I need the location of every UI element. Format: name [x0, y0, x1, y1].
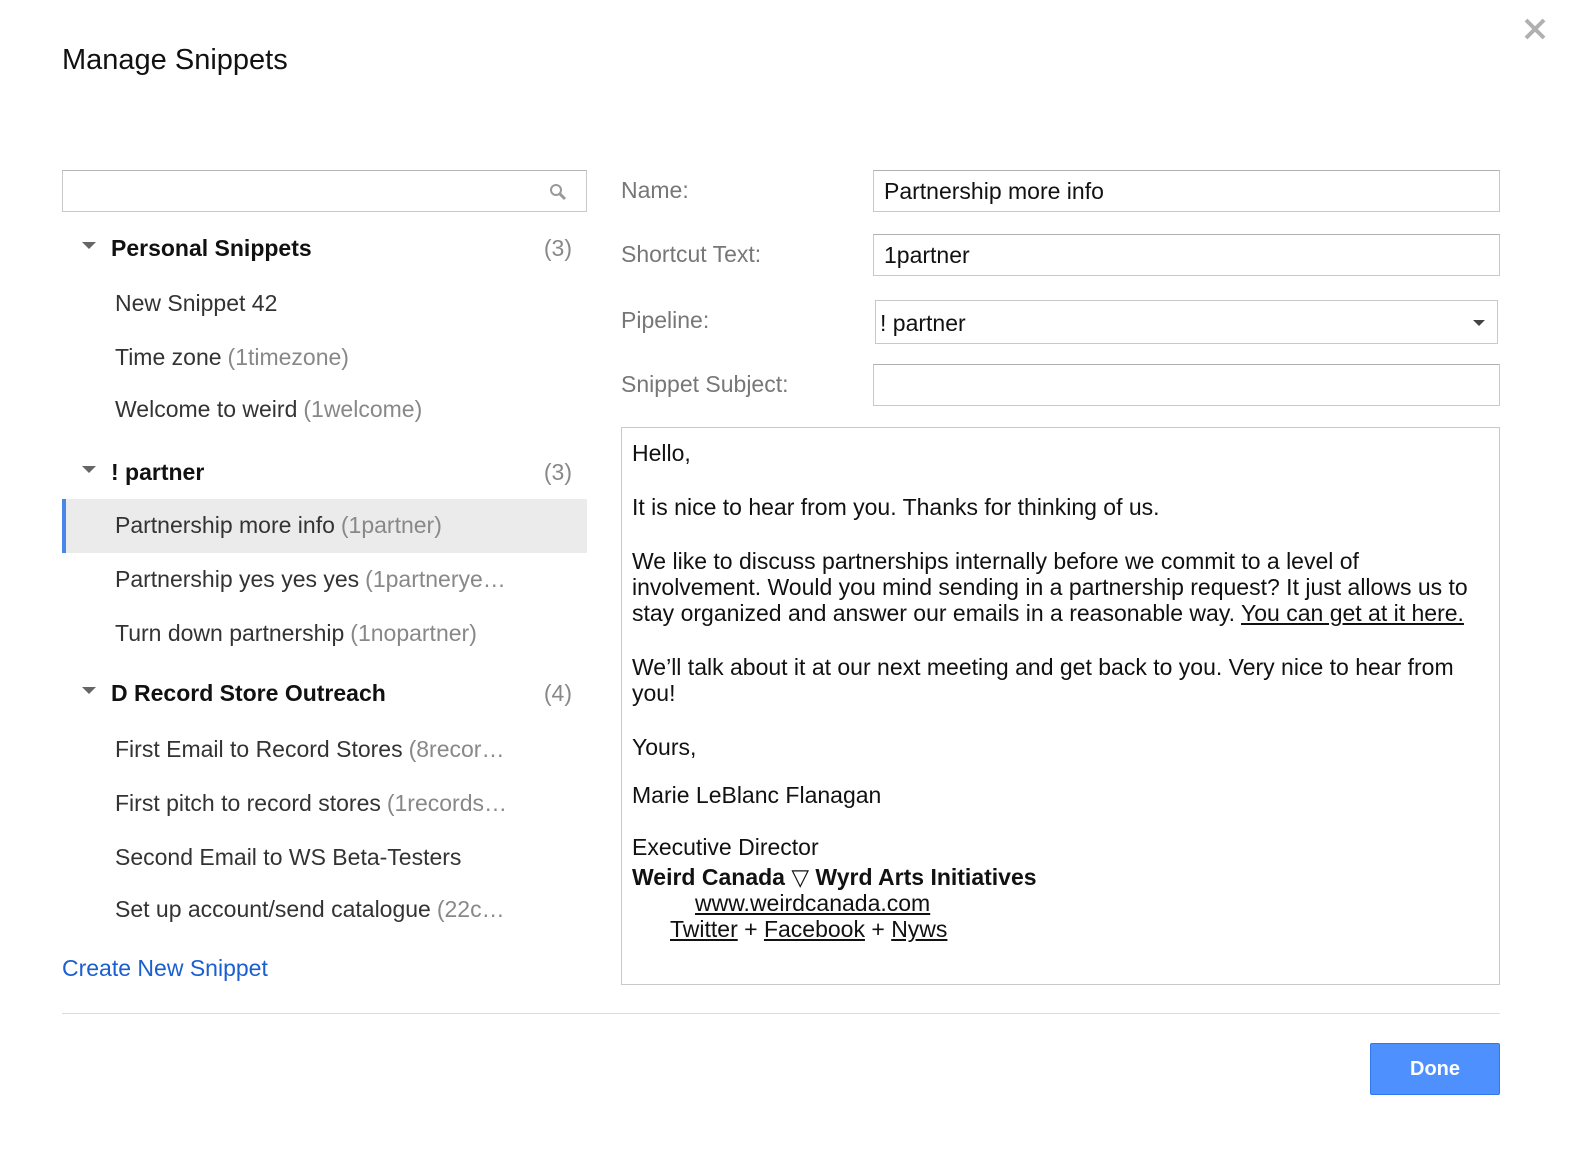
plus-separator: +: [744, 916, 758, 942]
group-header-partner[interactable]: ! partner (3): [62, 446, 587, 500]
group-count: (4): [543, 680, 572, 706]
group-name: ! partner: [111, 459, 205, 485]
snippet-item[interactable]: Welcome to weird (1welcome): [62, 383, 587, 437]
name-label: Name:: [621, 177, 689, 203]
caret-down-icon[interactable]: [82, 687, 96, 694]
snippet-name: New Snippet 42: [115, 290, 278, 316]
group-header-record-store-outreach[interactable]: D Record Store Outreach (4): [62, 667, 587, 721]
group-count: (3): [543, 459, 572, 485]
partnership-request-link[interactable]: You can get at it here.: [1241, 600, 1464, 626]
snippet-name: Time zone: [115, 344, 222, 370]
snippet-item[interactable]: New Snippet 42: [62, 277, 587, 331]
snippet-name: Turn down partnership: [115, 620, 345, 646]
caret-down-icon[interactable]: [82, 242, 96, 249]
body-greeting: Hello,: [632, 440, 691, 466]
snippet-item-selected[interactable]: Partnership more info (1partner): [62, 499, 587, 553]
snippet-shortcut: (1nopartner): [350, 620, 477, 646]
snippet-item[interactable]: First pitch to record stores (1records…: [62, 777, 587, 831]
snippet-name: Second Email to WS Beta-Testers: [115, 844, 462, 870]
caret-down-icon[interactable]: [82, 466, 96, 473]
snippet-shortcut: (22c…: [436, 896, 505, 922]
dialog-title: Manage Snippets: [62, 44, 288, 76]
snippet-shortcut: (1partnerye…: [365, 566, 506, 592]
snippet-shortcut: (8recor…: [408, 736, 505, 762]
shortcut-label: Shortcut Text:: [621, 241, 762, 267]
pipeline-value: ! partner: [880, 310, 966, 336]
footer-divider: [62, 1013, 1500, 1014]
nyws-link[interactable]: Nyws: [891, 916, 947, 942]
facebook-link[interactable]: Facebook: [764, 916, 865, 942]
snippet-item[interactable]: Second Email to WS Beta-Testers: [62, 831, 587, 885]
snippet-item[interactable]: Partnership yes yes yes (1partnerye…: [62, 553, 587, 607]
snippet-shortcut: (1partner): [340, 512, 442, 538]
snippet-name: Partnership more info: [115, 512, 335, 538]
signature-org: Weird Canada ▽ Wyrd Arts Initiatives: [632, 864, 1037, 890]
signature-title: Executive Director: [632, 834, 819, 860]
snippet-shortcut: (1records…: [386, 790, 508, 816]
signature-name: Marie LeBlanc Flanagan: [632, 782, 882, 808]
snippet-item[interactable]: First Email to Record Stores (8recor…: [62, 723, 587, 777]
snippet-name: First pitch to record stores: [115, 790, 381, 816]
snippet-body-editor[interactable]: Hello, It is nice to hear from you. Than…: [621, 427, 1500, 985]
snippet-shortcut: (1timezone): [227, 344, 349, 370]
snippet-shortcut: (1welcome): [303, 396, 423, 422]
snippet-name: Set up account/send catalogue: [115, 896, 431, 922]
group-name: Personal Snippets: [111, 235, 312, 261]
search-box: [62, 170, 587, 212]
group-header-personal-snippets[interactable]: Personal Snippets (3): [62, 222, 587, 276]
snippet-name: First Email to Record Stores: [115, 736, 403, 762]
search-input[interactable]: [63, 171, 533, 211]
subject-label: Snippet Subject:: [621, 371, 789, 397]
group-count: (3): [543, 235, 572, 261]
body-paragraph-2: We like to discuss partnerships internal…: [632, 548, 1489, 626]
body-closing: Yours,: [632, 734, 697, 760]
pipeline-select[interactable]: ! partner: [875, 300, 1498, 344]
snippet-name: Welcome to weird: [115, 396, 298, 422]
snippet-item[interactable]: Turn down partnership (1nopartner): [62, 607, 587, 661]
shortcut-field[interactable]: [873, 234, 1500, 276]
plus-separator: +: [871, 916, 885, 942]
body-paragraph-1: It is nice to hear from you. Thanks for …: [632, 494, 1160, 520]
snippet-item[interactable]: Set up account/send catalogue (22c…: [62, 883, 587, 937]
done-button[interactable]: Done: [1370, 1043, 1500, 1095]
group-name: D Record Store Outreach: [111, 680, 386, 706]
create-new-snippet-link[interactable]: Create New Snippet: [62, 955, 268, 982]
chevron-down-icon: [1473, 320, 1485, 326]
snippet-subject-field[interactable]: [873, 364, 1500, 406]
close-button[interactable]: [1520, 14, 1550, 44]
name-field[interactable]: [873, 170, 1500, 212]
twitter-link[interactable]: Twitter: [670, 916, 738, 942]
search-icon[interactable]: [548, 182, 568, 202]
website-link[interactable]: www.weirdcanada.com: [695, 890, 930, 916]
pipeline-label: Pipeline:: [621, 307, 710, 333]
snippet-item[interactable]: Time zone (1timezone): [62, 331, 587, 385]
snippet-name: Partnership yes yes yes: [115, 566, 360, 592]
close-icon: [1524, 18, 1546, 40]
body-paragraph-3: We’ll talk about it at our next meeting …: [632, 654, 1454, 706]
